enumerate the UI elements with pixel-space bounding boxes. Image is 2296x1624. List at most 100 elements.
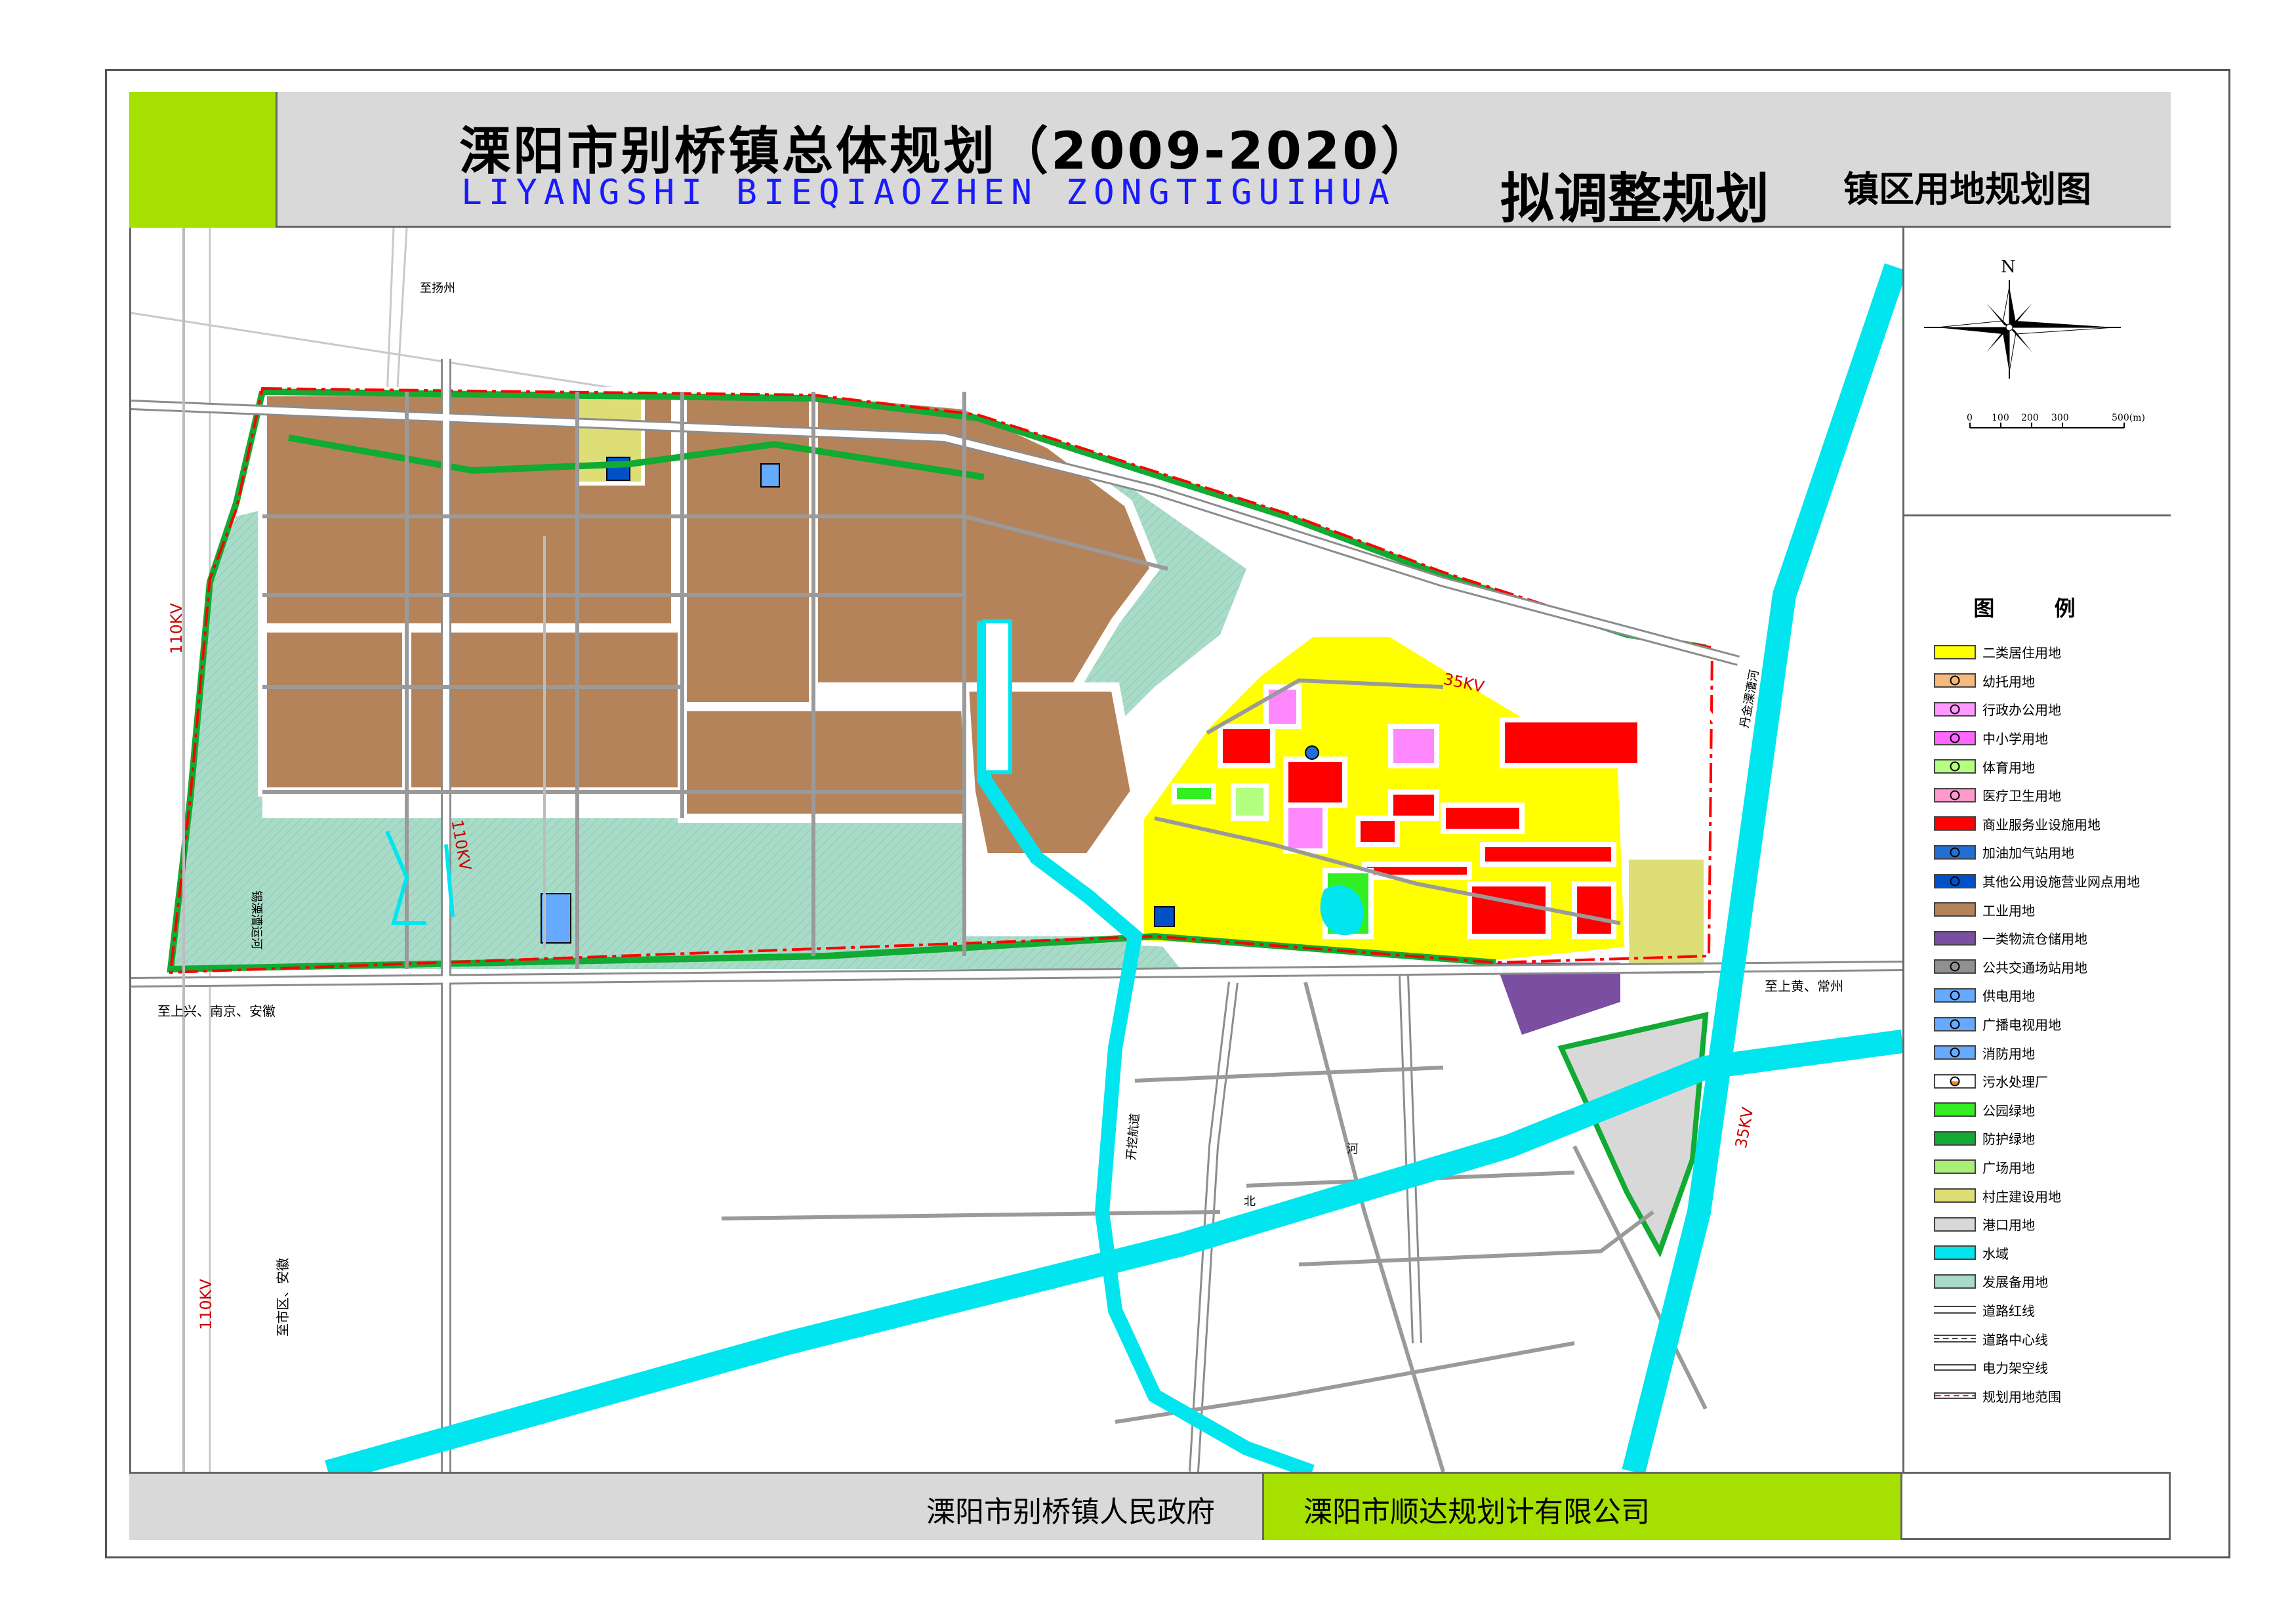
legend-swatch <box>1934 1159 1976 1175</box>
legend-label: 行政办公用地 <box>1982 702 2061 718</box>
legend-item: 污水处理厂 <box>1934 1067 2170 1096</box>
legend-item: 道路红线 <box>1934 1296 2170 1325</box>
legend-item: 加油加气站用地 <box>1934 838 2170 867</box>
legend-label: 消防用地 <box>1982 1045 2035 1062</box>
company-name: 溧阳市顺达规划计有限公司 <box>1303 1495 1650 1529</box>
power-line-label: 110KV <box>197 1279 215 1330</box>
title-accent-block <box>129 92 277 228</box>
legend-swatch <box>1934 988 1976 1003</box>
legend-item: 行政办公用地 <box>1934 695 2170 724</box>
facility-symbol-icon <box>1950 790 1960 801</box>
legend-swatch <box>1934 873 1976 888</box>
legend-label: 中小学用地 <box>1982 731 2048 747</box>
legend-item: 医疗卫生用地 <box>1934 781 2170 810</box>
legend-swatch <box>1934 959 1976 974</box>
legend-swatch <box>1934 1364 1976 1371</box>
facility-symbol-icon <box>1950 990 1960 1001</box>
legend-item: 二类居住用地 <box>1934 638 2170 667</box>
footer-government-block: 溧阳市别桥镇人民政府 <box>129 1474 1264 1540</box>
legend-list: 二类居住用地幼托用地行政办公用地 中小学用地体育用地医疗卫生用地商业服务业设施用地… <box>1934 638 2170 1410</box>
legend-label: 加油加气站用地 <box>1982 845 2074 862</box>
legend-item: 规划用地范围 <box>1934 1381 2170 1410</box>
power-line-label: 110KV <box>167 603 186 654</box>
legend-swatch <box>1934 1016 1976 1031</box>
legend-item: 其他公用设施营业网点用地 <box>1934 867 2170 896</box>
legend-label: 公共交通场站用地 <box>1982 959 2087 976</box>
legend-swatch <box>1934 1102 1976 1117</box>
legend-item: 村庄建设用地 <box>1934 1181 2170 1210</box>
facility-symbol-icon <box>1950 1019 1960 1030</box>
legend-swatch <box>1934 1217 1976 1232</box>
facility-symbol-icon <box>1950 1047 1960 1058</box>
legend-label: 一类物流仓储用地 <box>1982 931 2087 947</box>
legend-label: 防护绿地 <box>1982 1131 2035 1148</box>
land-use-map[interactable]: 至扬州 至上兴、南京、安徽 至市区、安徽 至上黄、常州 110KV 110KV … <box>131 228 1902 1472</box>
legend-label: 广场用地 <box>1982 1159 2035 1176</box>
label-to-changzhou: 至上黄、常州 <box>1765 978 1843 994</box>
label-to-yangzhou: 至扬州 <box>420 281 455 295</box>
legend-item: 公共交通场站用地 <box>1934 953 2170 982</box>
legend-label: 电力架空线 <box>1982 1360 2048 1377</box>
compass-box: N 0 100 200 300 500(m) <box>1904 228 2171 516</box>
facility-symbol-icon <box>1950 675 1960 686</box>
highway-label: 锡溧漕运河 <box>249 890 263 949</box>
legend-item: 广播电视用地 <box>1934 1010 2170 1039</box>
legend-swatch <box>1934 1045 1976 1060</box>
legend-label: 污水处理厂 <box>1982 1074 2048 1091</box>
scale-label: 0 <box>1967 413 1973 423</box>
scale-label: 200 <box>2021 413 2039 423</box>
legend-swatch <box>1934 759 1976 774</box>
legend-swatch <box>1934 1131 1976 1146</box>
legend-item: 公园绿地 <box>1934 1096 2170 1125</box>
legend-label: 广播电视用地 <box>1982 1017 2061 1033</box>
legend-item: 幼托用地 <box>1934 667 2170 696</box>
facility-symbol-icon <box>1950 761 1960 772</box>
legend-label: 供电用地 <box>1982 988 2035 1005</box>
adjustment-label: 拟调整规划 <box>1500 168 1770 230</box>
facility-symbol-icon <box>1950 733 1960 743</box>
legend-label: 规划用地范围 <box>1982 1388 2061 1405</box>
government-name: 溧阳市别桥镇人民政府 <box>926 1495 1215 1529</box>
legend-swatch <box>1934 1188 1976 1203</box>
legend-label: 道路中心线 <box>1982 1331 2048 1348</box>
legend-label: 村庄建设用地 <box>1982 1188 2061 1205</box>
legend-item: 体育用地 <box>1934 752 2170 781</box>
legend-label: 发展备用地 <box>1982 1274 2048 1291</box>
legend-swatch <box>1934 673 1976 688</box>
legend-item: 商业服务业设施用地 <box>1934 810 2170 839</box>
legend-swatch <box>1934 644 1976 659</box>
legend-title: 图 例 <box>1973 596 2102 621</box>
footer-company-block: 溧阳市顺达规划计有限公司 <box>1264 1474 1902 1540</box>
legend-swatch <box>1934 787 1976 802</box>
legend-item: 港口用地 <box>1934 1210 2170 1239</box>
scale-label: 500(m) <box>2112 413 2145 423</box>
legend-item: 供电用地 <box>1934 981 2170 1010</box>
legend-label: 工业用地 <box>1982 902 2035 919</box>
legend-label: 幼托用地 <box>1982 673 2035 690</box>
legend-item: 道路中心线 <box>1934 1324 2170 1353</box>
legend-swatch <box>1934 902 1976 917</box>
legend-item: 广场用地 <box>1934 1153 2170 1182</box>
plan-title-pinyin: LIYANGSHI BIEQIAOZHEN ZONGTIGUIHUA <box>461 173 1396 213</box>
legend-item: 中小学用地 <box>1934 724 2170 753</box>
legend-item: 消防用地 <box>1934 1038 2170 1067</box>
village-land-east <box>1625 856 1708 978</box>
legend-item: 一类物流仓储用地 <box>1934 924 2170 953</box>
compass-rose-icon <box>1924 280 2121 379</box>
legend-swatch <box>1934 1392 1976 1400</box>
scale-label: 100 <box>1992 413 2009 423</box>
legend-item: 水域 <box>1934 1238 2170 1267</box>
legend-item: 电力架空线 <box>1934 1353 2170 1382</box>
legend-swatch <box>1934 1073 1976 1089</box>
legend-label: 港口用地 <box>1982 1217 2035 1234</box>
legend-label: 公园绿地 <box>1982 1102 2035 1119</box>
legend-label: 其他公用设施营业网点用地 <box>1982 874 2140 890</box>
legend-swatch <box>1934 701 1976 717</box>
river-label: 河 <box>1347 1142 1359 1156</box>
legend-label: 医疗卫生用地 <box>1982 788 2061 804</box>
legend-swatch <box>1934 1306 1976 1314</box>
label-to-liyang-north: 至上兴、南京、安徽 <box>157 1003 276 1019</box>
legend-label: 水域 <box>1982 1245 2009 1262</box>
side-panel: N 0 100 200 300 500(m) 图 例 二类居住用地 幼托用地 行… <box>1902 228 2171 1472</box>
facility-symbol-icon <box>1950 876 1960 886</box>
